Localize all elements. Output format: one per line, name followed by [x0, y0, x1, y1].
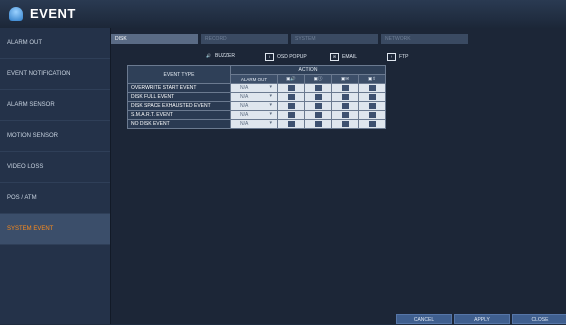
email-checkbox[interactable] — [341, 102, 349, 109]
osd-popup-checkbox[interactable] — [314, 111, 322, 118]
alarm-out-select[interactable]: N/A ▾ — [230, 92, 278, 102]
header-event-type: EVENT TYPE — [127, 65, 231, 84]
osd-popup-checkbox[interactable] — [314, 93, 322, 100]
event-type-cell: DISK FULL EVENT — [127, 92, 231, 102]
event-type-cell: OVERWRITE START EVENT — [127, 83, 231, 93]
apply-button[interactable]: APPLY — [454, 314, 510, 324]
tab-system[interactable]: SYSTEM — [291, 34, 378, 44]
ftp-checkbox[interactable] — [368, 93, 376, 100]
email-checkbox[interactable] — [341, 84, 349, 91]
header-action: ACTION — [230, 65, 386, 75]
alarm-out-select[interactable]: N/A ▾ — [230, 119, 278, 129]
buzzer-icon: ▣🔊 — [286, 76, 296, 81]
ftp-checkbox[interactable] — [368, 84, 376, 91]
table-row: S.M.A.R.T. EVENT N/A ▾ — [127, 110, 386, 120]
osd-popup-checkbox[interactable] — [314, 120, 322, 127]
alarm-out-select[interactable]: N/A ▾ — [230, 110, 278, 120]
osd-popup-checkbox[interactable] — [314, 84, 322, 91]
header-ftp[interactable]: ▣⇧ — [358, 74, 386, 84]
event-icon — [9, 7, 23, 21]
buzzer-checkbox[interactable] — [287, 84, 295, 91]
chevron-down-icon: ▾ — [269, 93, 272, 99]
email-icon: ✉ — [330, 53, 339, 61]
alarm-out-value: N/A — [240, 103, 249, 109]
email-checkbox[interactable] — [341, 120, 349, 127]
cancel-button[interactable]: CANCEL — [396, 314, 452, 324]
sidebar-item-system-event[interactable]: SYSTEM EVENT — [0, 214, 110, 245]
chevron-down-icon: ▾ — [269, 102, 272, 108]
sidebar-item-video-loss[interactable]: VIDEO LOSS — [0, 152, 110, 183]
sidebar: ALARM OUT EVENT NOTIFICATION ALARM SENSO… — [0, 28, 111, 324]
header-alarm-out: ALARM OUT — [230, 74, 278, 84]
osd-popup-checkbox[interactable] — [314, 102, 322, 109]
table-row: NO DISK EVENT N/A ▾ — [127, 119, 386, 129]
close-button[interactable]: CLOSE — [512, 314, 566, 324]
tab-disk[interactable]: DISK — [111, 34, 198, 44]
alarm-out-value: N/A — [240, 85, 249, 91]
legend-buzzer: 🔊 BUZZER — [205, 53, 235, 59]
sidebar-item-alarm-sensor[interactable]: ALARM SENSOR — [0, 90, 110, 121]
email-icon: ▣✉ — [340, 76, 350, 81]
alarm-out-select[interactable]: N/A ▾ — [230, 101, 278, 111]
legend-ftp: ↑ FTP — [387, 53, 408, 61]
legend-osd-popup: i OSD POPUP — [265, 53, 307, 61]
sidebar-item-pos-atm[interactable]: POS / ATM — [0, 183, 110, 214]
event-type-cell: DISK SPACE EXHAUSTED EVENT — [127, 101, 231, 111]
legend-ftp-label: FTP — [399, 54, 409, 60]
buzzer-checkbox[interactable] — [287, 120, 295, 127]
legend-osd-popup-label: OSD POPUP — [277, 54, 307, 60]
buzzer-icon: 🔊 — [206, 53, 211, 58]
chevron-down-icon: ▾ — [269, 84, 272, 90]
sidebar-item-event-notification[interactable]: EVENT NOTIFICATION — [0, 59, 110, 90]
legend-email-label: EMAIL — [342, 54, 358, 60]
event-table: EVENT TYPE ACTION ALARM OUT ▣🔊 ▣ⓘ ▣✉ ▣⇧ … — [127, 65, 386, 129]
sidebar-item-alarm-out[interactable]: ALARM OUT — [0, 28, 110, 59]
table-row: DISK SPACE EXHAUSTED EVENT N/A ▾ — [127, 101, 386, 111]
table-row: DISK FULL EVENT N/A ▾ — [127, 92, 386, 102]
header-buzzer[interactable]: ▣🔊 — [277, 74, 305, 84]
button-bar: CANCEL APPLY CLOSE — [394, 314, 566, 324]
buzzer-checkbox[interactable] — [287, 111, 295, 118]
legend-buzzer-label: BUZZER — [215, 53, 235, 59]
ftp-checkbox[interactable] — [368, 111, 376, 118]
chevron-down-icon: ▾ — [269, 111, 272, 117]
legend-email: ✉ EMAIL — [330, 53, 357, 61]
main-panel: DISK RECORD SYSTEM NETWORK 🔊 BUZZER i OS… — [111, 28, 566, 324]
title-bar: EVENT — [0, 0, 566, 29]
alarm-out-value: N/A — [240, 121, 249, 127]
event-type-cell: S.M.A.R.T. EVENT — [127, 110, 231, 120]
buzzer-checkbox[interactable] — [287, 93, 295, 100]
email-checkbox[interactable] — [341, 93, 349, 100]
alarm-out-value: N/A — [240, 94, 249, 100]
tab-record[interactable]: RECORD — [201, 34, 288, 44]
sidebar-item-motion-sensor[interactable]: MOTION SENSOR — [0, 121, 110, 152]
ftp-checkbox[interactable] — [368, 120, 376, 127]
header-email[interactable]: ▣✉ — [331, 74, 359, 84]
tab-network[interactable]: NETWORK — [381, 34, 468, 44]
alarm-out-value: N/A — [240, 112, 249, 118]
window-title: EVENT — [30, 6, 76, 21]
alarm-out-select[interactable]: N/A ▾ — [230, 83, 278, 93]
email-checkbox[interactable] — [341, 111, 349, 118]
buzzer-checkbox[interactable] — [287, 102, 295, 109]
osd-popup-icon: i — [265, 53, 274, 61]
ftp-checkbox[interactable] — [368, 102, 376, 109]
ftp-icon: ▣⇧ — [367, 76, 377, 81]
ftp-icon: ↑ — [387, 53, 396, 61]
table-row: OVERWRITE START EVENT N/A ▾ — [127, 83, 386, 93]
osd-popup-icon: ▣ⓘ — [313, 76, 323, 81]
tab-bar: DISK RECORD SYSTEM NETWORK — [111, 34, 471, 44]
header-osd-popup[interactable]: ▣ⓘ — [304, 74, 332, 84]
chevron-down-icon: ▾ — [269, 120, 272, 126]
event-type-cell: NO DISK EVENT — [127, 119, 231, 129]
